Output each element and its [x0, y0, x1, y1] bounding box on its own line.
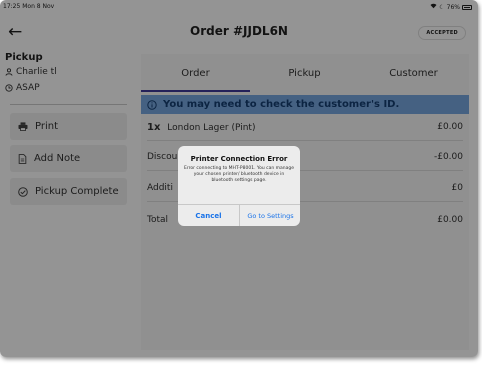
printer-error-dialog: Printer Connection Error Error connectin… — [178, 146, 300, 226]
cancel-button[interactable]: Cancel — [178, 205, 239, 226]
go-to-settings-button[interactable]: Go to Settings — [240, 205, 300, 226]
dialog-title: Printer Connection Error — [190, 155, 288, 163]
dialog-message: Error connecting to MHT-P8001. You can m… — [184, 166, 295, 183]
ipad-screen: 17:25 Mon 8 Nov ☾ 76% ← Order #JJDL6N AC… — [0, 0, 478, 357]
